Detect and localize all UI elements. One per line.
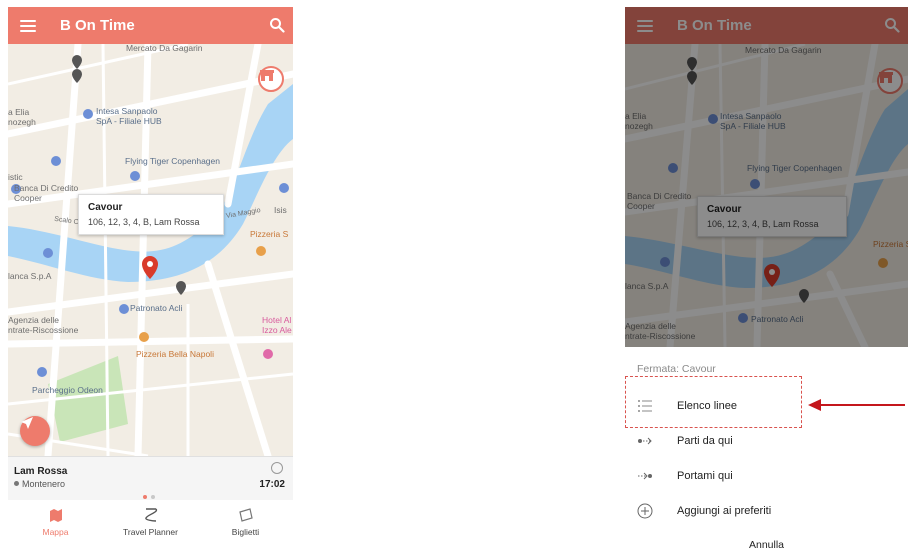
store-icon <box>260 70 274 81</box>
nav-label: Travel Planner <box>123 527 178 537</box>
search-icon[interactable] <box>269 17 285 33</box>
map-label-agenzia: Agenzia delle ntrate-Riscossione <box>8 315 79 335</box>
option-label: Aggiungi ai preferiti <box>677 505 772 517</box>
app-title: B On Time <box>60 17 135 34</box>
map-label-mercato: Mercato Da Gagarin <box>126 44 203 53</box>
direction-text: Montenero <box>22 479 66 489</box>
page-indicator <box>143 495 155 499</box>
direction: Montenero <box>14 479 65 489</box>
nav-mappa[interactable]: Mappa <box>8 504 103 544</box>
right-phone-screen: B On Time Mercato Da Gagarin a Elia noze… <box>625 7 908 550</box>
nav-label: Biglietti <box>231 527 260 537</box>
map-label-flying-tiger: Flying Tiger Copenhagen <box>125 156 220 166</box>
map-icon <box>49 509 62 522</box>
option-parti-da-qui[interactable]: Parti da qui <box>625 426 908 456</box>
highlight-box <box>625 376 802 428</box>
nav-travel-planner[interactable]: Travel Planner <box>103 504 198 544</box>
callout-stop-name: Cavour <box>88 202 123 213</box>
map-label-hotel: Hotel Al Izzo Ale <box>262 315 292 335</box>
take-me-here-icon <box>638 472 652 480</box>
callout-lines: 106, 12, 3, 4, B, Lam Rossa <box>88 217 200 227</box>
bottom-navigation: Mappa Travel Planner Biglietti <box>8 504 293 544</box>
option-label: Portami qui <box>677 470 733 482</box>
my-location-button[interactable] <box>20 416 50 446</box>
cancel-button[interactable]: Annulla <box>625 539 908 550</box>
start-here-icon <box>638 437 652 445</box>
nav-label: Mappa <box>42 527 69 537</box>
ticket-icon <box>238 508 253 522</box>
stop-callout[interactable]: Cavour 106, 12, 3, 4, B, Lam Rossa <box>78 194 224 235</box>
hamburger-menu-icon[interactable] <box>20 19 36 32</box>
map-label-istic: istic <box>8 172 23 182</box>
map-label-isis: Isis <box>274 205 287 215</box>
sheet-title: Fermata: Cavour <box>637 363 716 375</box>
map-label-pizzeria-s: Pizzeria S <box>250 229 289 239</box>
next-departure-bar[interactable]: Lam Rossa Montenero 17:02 <box>8 456 293 500</box>
pointer-arrow-icon <box>808 399 905 411</box>
map-label-pizzeria-napoli: Pizzeria Bella Napoli <box>136 349 214 359</box>
direction-dot-icon <box>14 481 19 486</box>
option-label: Parti da qui <box>677 435 733 447</box>
option-aggiungi-preferiti[interactable]: Aggiungi ai preferiti <box>625 496 908 526</box>
map-label-parcheggio: Parcheggio Odeon <box>32 385 103 395</box>
map-label-intesa: Intesa Sanpaolo SpA - Filiale HUB <box>96 106 162 126</box>
add-favorite-icon <box>637 503 653 519</box>
line-name: Lam Rossa <box>14 466 68 477</box>
map-label-banca-credito: Banca Di Credito Cooper <box>14 183 79 203</box>
clock-icon <box>271 462 283 474</box>
option-portami-qui[interactable]: Portami qui <box>625 461 908 491</box>
map-view[interactable]: Mercato Da Gagarin a Elia nozegh Intesa … <box>8 44 293 456</box>
route-icon <box>144 508 157 522</box>
map-label-banca-spa: lanca S.p.A <box>8 271 52 281</box>
departure-time: 17:02 <box>259 479 285 490</box>
left-phone-screen: B On Time Mercato Da Gagarin a Elia noze… <box>8 7 293 544</box>
dim-overlay[interactable] <box>625 7 908 347</box>
app-bar: B On Time <box>8 7 293 44</box>
map-label-patronato: Patronato Acli <box>130 303 183 313</box>
store-button[interactable] <box>258 66 284 92</box>
navigation-arrow-icon <box>21 417 33 429</box>
map-label-elia: a Elia nozegh <box>8 107 36 127</box>
nav-biglietti[interactable]: Biglietti <box>198 504 293 544</box>
